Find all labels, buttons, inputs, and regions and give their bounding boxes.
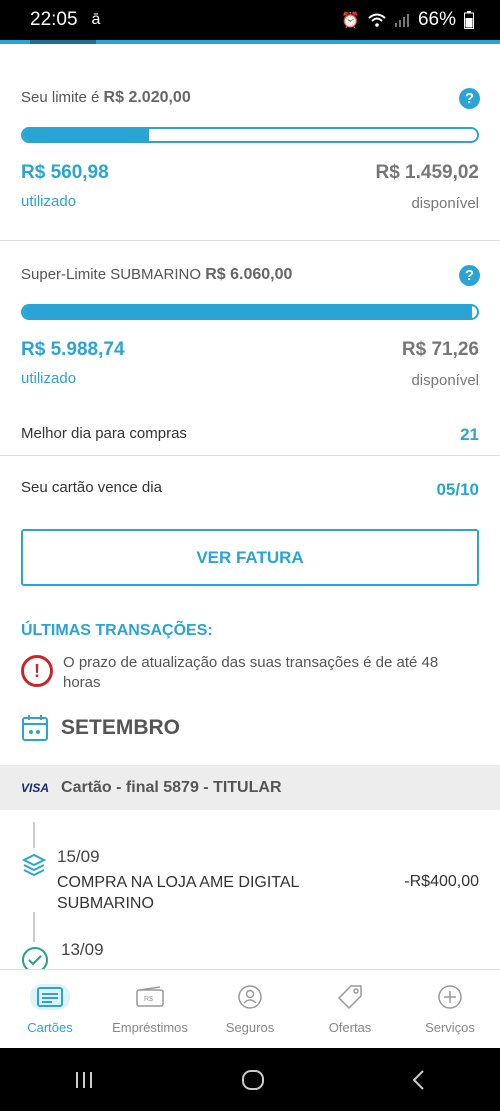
divider xyxy=(0,455,500,456)
view-invoice-button[interactable]: VER FATURA xyxy=(21,529,479,586)
nav-item-offers[interactable]: Ofertas xyxy=(300,970,400,1048)
best-day-value: 21 xyxy=(460,425,479,444)
nav-label: Cartões xyxy=(27,1020,73,1035)
transaction-description[interactable]: COMPRA NA LOJA AME DIGITAL SUBMARINO xyxy=(57,872,337,914)
best-day-label: Melhor dia para compras xyxy=(21,425,187,442)
nav-item-loans[interactable]: R$ Empréstimos xyxy=(100,970,200,1048)
loan-icon: R$ xyxy=(130,984,170,1010)
insurance-icon xyxy=(230,984,270,1010)
limit-progress-bar xyxy=(21,127,479,143)
super-limit-help-icon[interactable]: ? xyxy=(459,265,480,286)
status-bar: 22:05 ā ⏰ 66% xyxy=(0,0,500,40)
bottom-navigation: Cartões R$ Empréstimos Seguros Ofertas S… xyxy=(0,969,500,1048)
battery-level: 66% xyxy=(417,9,456,30)
super-limit-used-label: utilizado xyxy=(21,370,77,387)
battery-icon xyxy=(464,11,474,29)
warning-icon: ! xyxy=(21,655,53,687)
notification-icon: ā xyxy=(91,11,101,28)
nav-item-insurance[interactable]: Seguros xyxy=(200,970,300,1048)
super-limit-total: R$ 6.060,00 xyxy=(205,266,293,283)
nav-label: Seguros xyxy=(225,1020,275,1035)
super-limit-label: Super-Limite SUBMARINO R$ 6.060,00 xyxy=(21,266,292,284)
alarm-icon: ⏰ xyxy=(341,12,360,29)
limit-total: R$ 2.020,00 xyxy=(103,89,191,106)
due-day-label: Seu cartão vence dia xyxy=(21,479,162,496)
super-limit-used-amount: R$ 5.988,74 xyxy=(21,339,125,360)
limit-label-text: Seu limite é xyxy=(21,89,100,106)
limit-progress-fill xyxy=(23,129,150,141)
nav-label: Ofertas xyxy=(328,1020,372,1035)
transaction-date: 15/09 xyxy=(57,847,100,866)
limit-label: Seu limite é R$ 2.020,00 xyxy=(21,89,191,107)
limit-available-amount: R$ 1.459,02 xyxy=(375,162,479,183)
header-tab-indicator xyxy=(30,40,96,44)
wifi-icon xyxy=(368,13,386,27)
transaction-date: 13/09 xyxy=(61,940,104,959)
card-label: Cartão - final 5879 - TITULAR xyxy=(61,778,282,796)
divider xyxy=(0,240,500,241)
recents-icon[interactable] xyxy=(73,1070,95,1090)
nav-label: Empréstimos xyxy=(112,1020,188,1035)
svg-text:R$: R$ xyxy=(144,996,153,1003)
transaction-amount: -R$400,00 xyxy=(404,873,479,890)
card-header: VISA Cartão - final 5879 - TITULAR xyxy=(0,765,500,810)
visa-logo-icon: VISA xyxy=(21,780,50,795)
nav-item-services[interactable]: Serviços xyxy=(400,970,500,1048)
super-limit-progress-fill xyxy=(23,306,472,318)
limit-help-icon[interactable]: ? xyxy=(459,88,480,109)
plus-circle-icon xyxy=(430,984,470,1010)
timeline-line xyxy=(33,822,35,848)
super-limit-available-label: disponível xyxy=(411,372,479,389)
signal-icon xyxy=(394,14,409,27)
transactions-warning-text: O prazo de atualização das suas transaçõ… xyxy=(63,654,439,691)
super-limit-label-text: Super-Limite SUBMARINO xyxy=(21,266,202,283)
month-header: SETEMBRO xyxy=(21,714,180,742)
calendar-icon xyxy=(22,715,48,741)
layers-icon xyxy=(21,853,47,877)
limit-used-label: utilizado xyxy=(21,193,77,210)
home-icon[interactable] xyxy=(241,1069,265,1091)
month-label: SETEMBRO xyxy=(61,716,181,739)
system-navigation xyxy=(0,1048,500,1111)
timeline-line xyxy=(33,912,35,942)
tag-icon xyxy=(330,984,370,1010)
transactions-title: ÚLTIMAS TRANSAÇÕES: xyxy=(21,622,213,639)
nav-label: Serviços xyxy=(425,1020,475,1035)
limit-used-amount: R$ 560,98 xyxy=(21,162,109,183)
due-day-value: 05/10 xyxy=(436,480,479,499)
limit-available-label: disponível xyxy=(411,195,479,212)
back-icon[interactable] xyxy=(411,1069,427,1091)
nav-item-cards[interactable]: Cartões xyxy=(0,970,100,1048)
super-limit-progress-bar xyxy=(21,304,479,320)
super-limit-available-amount: R$ 71,26 xyxy=(401,339,479,360)
card-icon xyxy=(30,984,70,1010)
status-time: 22:05 xyxy=(30,9,78,30)
